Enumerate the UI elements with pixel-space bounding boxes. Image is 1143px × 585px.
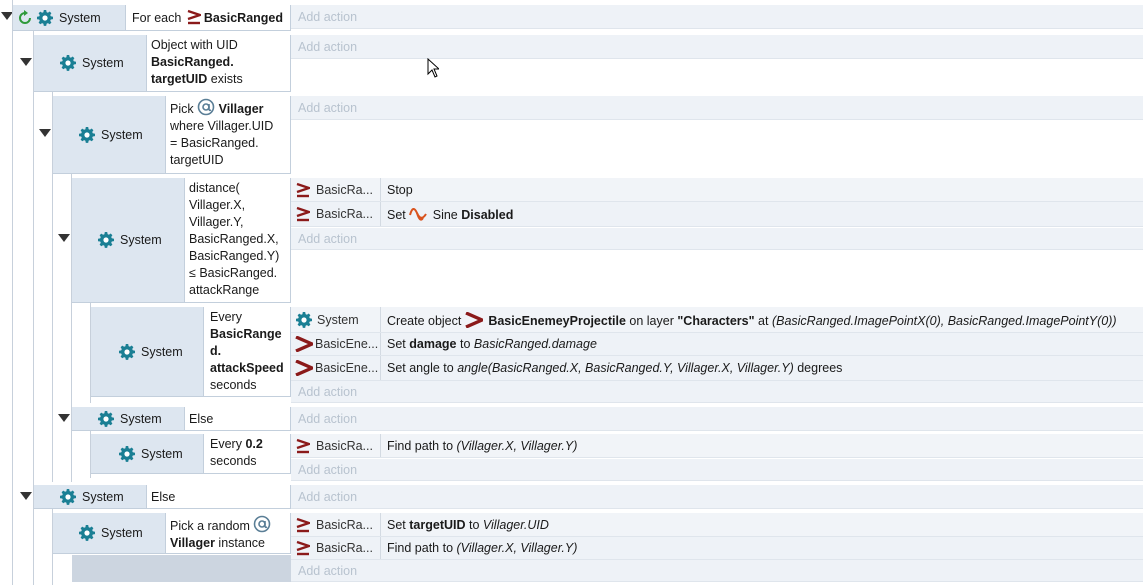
- action-row[interactable]: BasicRa... Find path to (Villager.X, Vil…: [291, 537, 1143, 560]
- event-object-system[interactable]: System: [72, 178, 185, 303]
- gear-icon: [119, 344, 135, 360]
- sprite-icon: [295, 360, 313, 376]
- action-row[interactable]: BasicEne... Set angle to angle(BasicRang…: [291, 356, 1143, 381]
- condition-for-each[interactable]: For each BasicRanged: [126, 5, 291, 31]
- event-object-system[interactable]: System: [91, 434, 204, 474]
- object-label: System: [59, 10, 101, 25]
- action-row[interactable]: BasicRa... Set Sine Disabled: [291, 202, 1143, 227]
- condition-pick-random[interactable]: Pick a random Villager instance: [166, 513, 291, 554]
- sprite-icon: [296, 540, 310, 556]
- indent-line: [33, 31, 34, 585]
- action-row[interactable]: System Create object BasicEnemeyProjecti…: [291, 307, 1143, 333]
- condition-else[interactable]: Else: [147, 485, 291, 509]
- gear-icon: [119, 446, 135, 462]
- condition-object-uid[interactable]: Object with UID BasicRanged. targetUID e…: [147, 35, 291, 92]
- condition-else[interactable]: Else: [185, 407, 291, 431]
- add-action-button[interactable]: Add action: [291, 5, 1143, 29]
- action-area: [291, 250, 1143, 303]
- at-icon: [253, 515, 271, 533]
- condition-every-0-2[interactable]: Every 0.2 seconds: [204, 434, 291, 474]
- event-object-system[interactable]: System: [53, 513, 166, 554]
- add-action-button[interactable]: Add action: [291, 459, 1143, 481]
- gear-icon: [98, 232, 114, 248]
- condition-distance[interactable]: distance( Villager.X, Villager.Y, BasicR…: [185, 178, 291, 303]
- add-action-button[interactable]: Add action: [291, 485, 1143, 509]
- event-empty-block: [72, 555, 291, 582]
- indent-line: [12, 0, 13, 585]
- collapse-toggle[interactable]: [20, 492, 32, 500]
- indent-line: [71, 174, 72, 482]
- event-object-system[interactable]: System: [13, 5, 126, 31]
- mouse-cursor-icon: [427, 58, 439, 78]
- add-action-button[interactable]: Add action: [291, 96, 1143, 120]
- gear-icon: [79, 127, 95, 143]
- collapse-toggle[interactable]: [20, 58, 32, 66]
- add-action-button[interactable]: Add action: [291, 560, 1143, 582]
- event-object-system[interactable]: System: [72, 407, 185, 431]
- collapse-toggle[interactable]: [58, 414, 70, 422]
- condition-pick-villager[interactable]: Pick Villager where Villager.UID = Basic…: [166, 96, 291, 174]
- action-row[interactable]: BasicRa... Find path to (Villager.X, Vil…: [291, 434, 1143, 458]
- event-object-system[interactable]: System: [34, 35, 147, 92]
- action-row[interactable]: BasicEne... Set damage to BasicRanged.da…: [291, 333, 1143, 356]
- sprite-icon: [187, 9, 201, 25]
- condition-every-attack-speed[interactable]: Every BasicRange d. attackSpeed seconds: [204, 307, 291, 397]
- indent-line: [90, 431, 91, 478]
- indent-line: [52, 509, 53, 585]
- event-object-system[interactable]: System: [53, 96, 166, 174]
- action-row[interactable]: BasicRa... Stop: [291, 178, 1143, 202]
- add-action-button[interactable]: Add action: [291, 407, 1143, 431]
- sprite-icon: [296, 182, 310, 198]
- sine-behavior-icon: [409, 206, 427, 222]
- gear-icon: [98, 411, 114, 427]
- gear-icon: [296, 312, 312, 328]
- action-area: [291, 120, 1143, 174]
- gear-icon: [60, 55, 76, 71]
- at-icon: [197, 98, 215, 116]
- action-row[interactable]: BasicRa... Set targetUID to Villager.UID: [291, 513, 1143, 537]
- sprite-icon: [295, 336, 313, 352]
- add-action-button[interactable]: Add action: [291, 228, 1143, 250]
- action-area: [291, 59, 1143, 92]
- event-object-system[interactable]: System: [34, 485, 147, 509]
- sprite-icon: [465, 312, 483, 328]
- indent-line: [90, 303, 91, 403]
- event-object-system[interactable]: System: [91, 307, 204, 397]
- gear-icon: [37, 10, 53, 26]
- collapse-toggle[interactable]: [58, 234, 70, 242]
- loop-icon: [17, 10, 33, 26]
- sprite-icon: [296, 517, 310, 533]
- gear-icon: [79, 525, 95, 541]
- indent-line: [52, 92, 53, 482]
- sprite-icon: [296, 438, 310, 454]
- collapse-toggle[interactable]: [39, 129, 51, 137]
- sprite-icon: [296, 206, 310, 222]
- gear-icon: [60, 489, 76, 505]
- add-action-button[interactable]: Add action: [291, 381, 1143, 403]
- add-action-button[interactable]: Add action: [291, 35, 1143, 59]
